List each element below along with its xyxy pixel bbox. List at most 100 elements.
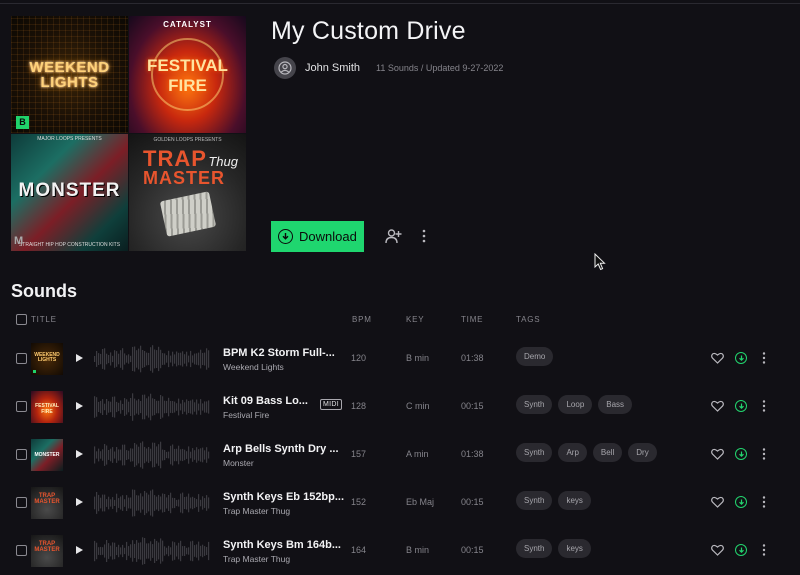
key-value: C min [406,401,430,411]
play-icon[interactable] [76,546,83,554]
playlist-cover-mosaic: WEEKEND LIGHTS B CATALYST FESTIVAL FIRE M… [11,16,246,251]
tag-list: Synth keys [516,539,591,558]
download-button[interactable]: Download [271,221,364,252]
tag-chip[interactable]: Synth [516,443,553,462]
waveform[interactable] [94,438,211,472]
time-value: 00:15 [461,401,484,411]
cover-script-text: Thug [208,154,238,169]
sound-thumbnail: MONSTER [31,439,63,471]
pack-name[interactable]: Weekend Lights [223,362,284,372]
thumbnail-title: WEEKEND LIGHTS [34,352,60,363]
table-row[interactable]: TRAP MASTER Synth Keys Eb 152bp... Trap … [0,479,800,527]
tag-chip[interactable]: keys [558,539,591,558]
table-row[interactable]: WEEKEND LIGHTS BPM K2 Storm Full-... Wee… [0,335,800,383]
tag-chip[interactable]: Synth [516,539,553,558]
download-icon[interactable] [735,400,747,412]
cover-title: FESTIVAL FIRE [147,56,228,95]
play-icon[interactable] [76,498,83,506]
playlist-meta: 11 Sounds / Updated 9-27-2022 [376,63,504,73]
page-title: My Custom Drive [271,17,466,45]
more-options-icon[interactable] [760,495,768,509]
row-checkbox[interactable] [16,497,27,508]
heart-icon[interactable] [711,352,724,364]
tag-chip[interactable]: Synth [516,491,553,510]
waveform[interactable] [94,534,211,568]
heart-icon[interactable] [711,448,724,460]
download-icon[interactable] [735,544,747,556]
cover-weekend-lights[interactable]: WEEKEND LIGHTS B [11,16,128,133]
avatar[interactable] [274,57,296,79]
pack-name[interactable]: Trap Master Thug [223,506,290,516]
cover-brand: MAJOR LOOPS PRESENTS [37,136,102,142]
sound-name[interactable]: Arp Bells Synth Dry ... [223,443,339,455]
more-options-icon[interactable] [760,399,768,413]
owner-name[interactable]: John Smith [305,62,360,74]
bpm-value: 157 [351,449,367,459]
tag-chip[interactable]: Loop [558,395,593,414]
download-icon[interactable] [735,448,747,460]
tag-chip[interactable]: Bell [592,443,623,462]
thumbnail-title: FESTIVAL FIRE [35,403,59,415]
more-options-icon[interactable] [760,351,768,365]
cover-cash-art [159,191,217,237]
waveform[interactable] [94,342,211,376]
play-icon[interactable] [76,402,83,410]
sound-name[interactable]: Kit 09 Bass Lo... [223,395,308,407]
sound-thumbnail: WEEKEND LIGHTS [31,343,63,375]
sound-name[interactable]: BPM K2 Storm Full-... [223,347,335,359]
download-icon [278,229,293,244]
table-row[interactable]: TRAP MASTER Synth Keys Bm 164b... Trap M… [0,527,800,575]
sound-name[interactable]: Synth Keys Bm 164b... [223,539,341,551]
row-checkbox[interactable] [16,545,27,556]
pack-name[interactable]: Monster [223,458,254,468]
bpm-value: 152 [351,497,367,507]
cover-brand: GOLDEN LOOPS PRESENTS [153,137,222,143]
tag-chip[interactable]: Bass [598,395,633,414]
tag-chip[interactable]: keys [558,491,591,510]
cover-trap-master-thug[interactable]: GOLDEN LOOPS PRESENTS TRAP MASTER Thug [129,134,246,251]
heart-icon[interactable] [711,544,724,556]
sound-name[interactable]: Synth Keys Eb 152bp... [223,491,344,503]
table-row[interactable]: FESTIVAL FIRE Kit 09 Bass Lo... Festival… [0,383,800,431]
download-icon[interactable] [735,352,747,364]
thumbnail-title: TRAP MASTER [34,493,60,505]
tag-chip[interactable]: Dry [628,443,657,462]
tag-chip[interactable]: Synth [516,395,553,414]
download-icon[interactable] [735,496,747,508]
time-value: 00:15 [461,497,484,507]
add-user-icon[interactable] [385,228,402,245]
more-options-icon[interactable] [760,543,768,557]
column-header-bpm[interactable]: BPM [352,315,372,324]
column-header-time[interactable]: TIME [461,315,483,324]
cover-monster[interactable]: MAJOR LOOPS PRESENTS MONSTER STRAIGHT HI… [11,134,128,251]
download-label: Download [299,229,357,244]
key-value: Eb Maj [406,497,435,507]
waveform[interactable] [94,486,211,520]
row-checkbox[interactable] [16,449,27,460]
row-checkbox[interactable] [16,401,27,412]
tag-chip[interactable]: Demo [516,347,554,366]
pack-name[interactable]: Trap Master Thug [223,554,290,564]
pack-name[interactable]: Festival Fire [223,410,269,420]
heart-icon[interactable] [711,400,724,412]
waveform[interactable] [94,390,211,424]
row-checkbox[interactable] [16,353,27,364]
column-header-title[interactable]: TITLE [31,315,57,324]
user-icon [278,61,292,75]
cover-festival-fire[interactable]: CATALYST FESTIVAL FIRE [129,16,246,133]
table-row[interactable]: MONSTER Arp Bells Synth Dry ... Monster … [0,431,800,479]
tag-chip[interactable]: Arp [558,443,587,462]
thumbnail-title: TRAP MASTER [34,541,60,553]
tag-list: Synth keys [516,491,591,510]
play-icon[interactable] [76,450,83,458]
more-options-icon[interactable] [418,228,430,244]
column-header-key[interactable]: KEY [406,315,424,324]
more-options-icon[interactable] [760,447,768,461]
heart-icon[interactable] [711,496,724,508]
sound-thumbnail: TRAP MASTER [31,487,63,519]
select-all-checkbox[interactable] [16,314,27,325]
tag-list: Synth Loop Bass [516,395,633,414]
sound-thumbnail: TRAP MASTER [31,535,63,567]
top-divider [0,3,800,4]
play-icon[interactable] [76,354,83,362]
